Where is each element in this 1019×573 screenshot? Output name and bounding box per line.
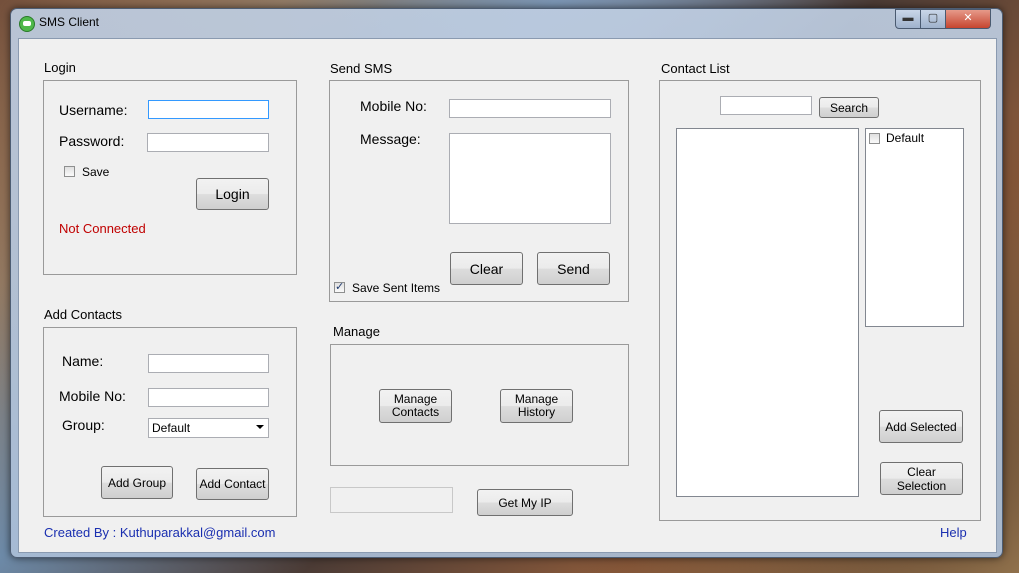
close-button[interactable]: ✕ xyxy=(945,9,991,29)
username-input[interactable] xyxy=(148,100,269,119)
help-link[interactable]: Help xyxy=(940,525,967,540)
minimize-button[interactable]: ▬ xyxy=(895,9,921,29)
contact-search-input[interactable] xyxy=(720,96,812,115)
group-label: Group: xyxy=(62,417,105,433)
sms-app-icon xyxy=(19,16,35,32)
save-sent-items-checkbox[interactable] xyxy=(334,280,345,293)
ip-display-field xyxy=(330,487,453,513)
get-my-ip-button[interactable]: Get My IP xyxy=(477,489,573,516)
clear-selection-button[interactable]: Clear Selection xyxy=(880,462,963,495)
default-group-label: Default xyxy=(886,131,925,145)
title-bar[interactable]: SMS Client ▬ ▢ ✕ xyxy=(11,9,1002,37)
search-button[interactable]: Search xyxy=(819,97,879,118)
send-button[interactable]: Send xyxy=(537,252,610,285)
login-group-title: Login xyxy=(44,60,76,75)
app-window: SMS Client ▬ ▢ ✕ Login Username: Passwor… xyxy=(10,8,1003,558)
send-sms-group-title: Send SMS xyxy=(330,61,393,76)
add-group-button[interactable]: Add Group xyxy=(101,466,173,499)
password-label: Password: xyxy=(59,133,125,149)
save-checkbox[interactable] xyxy=(64,166,75,177)
manage-group-title: Manage xyxy=(333,324,380,339)
manage-contacts-button[interactable]: Manage Contacts xyxy=(379,389,452,423)
add-selected-button[interactable]: Add Selected xyxy=(879,410,963,443)
message-label: Message: xyxy=(360,131,421,147)
default-group-checkbox[interactable] xyxy=(869,133,880,144)
contact-list-group-title: Contact List xyxy=(661,61,730,76)
save-sent-items-label: Save Sent Items xyxy=(352,281,441,295)
name-label: Name: xyxy=(62,353,104,369)
contacts-listbox[interactable] xyxy=(676,128,859,497)
created-by-link[interactable]: Created By : Kuthuparakkal@gmail.com xyxy=(44,525,275,540)
username-label: Username: xyxy=(59,102,128,118)
chevron-down-icon xyxy=(256,425,264,429)
contact-mobile-label: Mobile No: xyxy=(59,388,126,404)
login-button[interactable]: Login xyxy=(196,178,269,210)
groups-listbox[interactable]: Default xyxy=(865,128,964,327)
manage-history-button[interactable]: Manage History xyxy=(500,389,573,423)
clear-button[interactable]: Clear xyxy=(450,252,523,285)
add-contacts-group-title: Add Contacts xyxy=(44,307,123,322)
sms-mobile-label: Mobile No: xyxy=(360,98,427,114)
connection-status: Not Connected xyxy=(59,221,146,236)
save-label: Save xyxy=(82,165,110,179)
manage-contacts-line2: Contacts xyxy=(391,405,440,419)
client-area: Login Username: Password: Save Login Not… xyxy=(18,38,997,553)
sms-mobile-input[interactable] xyxy=(449,99,611,118)
message-textarea[interactable] xyxy=(449,133,611,224)
window-title: SMS Client xyxy=(39,15,100,29)
add-contact-button[interactable]: Add Contact xyxy=(196,468,269,500)
manage-history-line2: History xyxy=(517,405,556,419)
group-select-value: Default xyxy=(152,421,191,435)
maximize-button[interactable]: ▢ xyxy=(920,9,946,29)
password-input[interactable] xyxy=(147,133,269,152)
contact-mobile-input[interactable] xyxy=(148,388,269,407)
group-select[interactable]: Default xyxy=(148,418,269,438)
name-input[interactable] xyxy=(148,354,269,373)
manage-group xyxy=(330,344,629,466)
